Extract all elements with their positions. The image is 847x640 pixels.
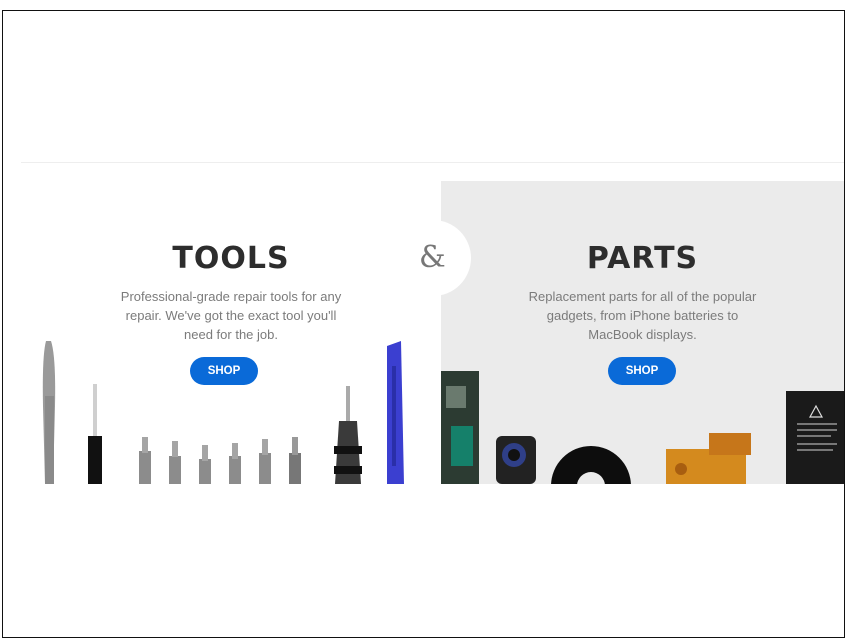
logic-board-image <box>441 371 479 484</box>
parts-image <box>441 371 844 484</box>
screwdriver-image <box>334 386 362 484</box>
ampersand-separator: & <box>419 240 446 275</box>
driver-bits-image <box>139 437 301 484</box>
opening-tool-image <box>387 341 404 484</box>
header-divider <box>21 162 844 163</box>
screenshot-frame: TOOLS Professional-grade repair tools fo… <box>2 10 845 638</box>
spudger-tool-image <box>42 341 56 484</box>
tweezers-tool-image <box>88 384 102 484</box>
battery-image <box>786 391 844 484</box>
parts-panel: PARTS Replacement parts for all of the p… <box>441 181 844 484</box>
camera-module-image <box>496 436 536 484</box>
flex-cable-image <box>666 433 751 484</box>
click-wheel-image <box>551 446 631 484</box>
tools-image <box>42 341 404 484</box>
tools-panel: TOOLS Professional-grade repair tools fo… <box>21 181 441 484</box>
